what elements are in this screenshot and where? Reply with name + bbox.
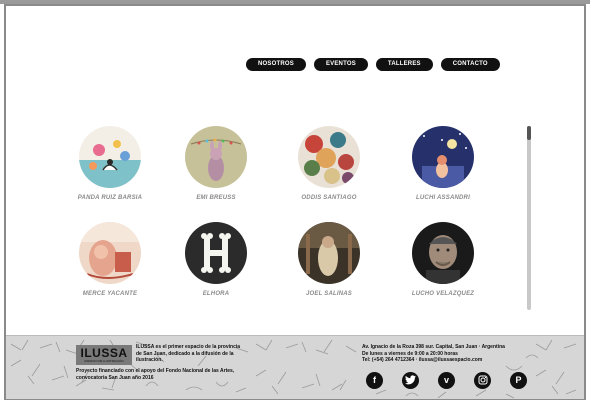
social-links: f v P — [366, 372, 527, 389]
facebook-icon[interactable]: f — [366, 372, 383, 389]
artist-avatar[interactable] — [79, 126, 141, 188]
artist-avatar[interactable] — [185, 126, 247, 188]
artist-name[interactable]: LUCHI ASSANDRI — [393, 195, 493, 201]
artist-name[interactable]: MERCE YACANTE — [60, 291, 160, 297]
scrollbar-thumb[interactable] — [527, 126, 531, 140]
artist-card-panda-ruiz-barsia[interactable]: PANDA RUIZ BARSIA — [60, 126, 160, 201]
address-line: Av. Ignacio de la Roza 398 sur. Capital,… — [362, 344, 505, 350]
artist-name[interactable]: ODDIS SANTIAGO — [279, 195, 379, 201]
footer-contact-info: Av. Ignacio de la Roza 398 sur. Capital,… — [362, 344, 522, 364]
artist-name[interactable]: LUCHO VELAZQUEZ — [393, 291, 493, 297]
twitter-icon[interactable] — [402, 372, 419, 389]
logo-subtitle: ESPACIO DE ILUSTRACIÓN — [84, 359, 124, 363]
artist-name[interactable]: JOEL SALINAS — [279, 291, 379, 297]
artist-avatar[interactable] — [298, 222, 360, 284]
instagram-icon[interactable] — [474, 372, 491, 389]
logo-text: ILUSSA — [80, 346, 128, 360]
nav-eventos[interactable]: EVENTOS — [313, 58, 368, 71]
ilussa-logo[interactable]: ILUSSA ESPACIO DE ILUSTRACIÓN — [76, 345, 132, 365]
artist-avatar[interactable] — [298, 126, 360, 188]
artist-name[interactable]: ELHORA — [166, 291, 266, 297]
artist-avatar[interactable] — [185, 222, 247, 284]
artist-name[interactable]: EMI BREUSS — [166, 195, 266, 201]
artist-card-luchi-assandri[interactable]: LUCHI ASSANDRI — [393, 126, 493, 201]
artist-card-lucho-velazquez[interactable]: LUCHO VELAZQUEZ — [393, 222, 493, 297]
artist-card-oddis-santiago[interactable]: ODDIS SANTIAGO — [279, 126, 379, 201]
artist-card-merce-yacante[interactable]: MERCE YACANTE — [60, 222, 160, 297]
artist-avatar[interactable] — [412, 126, 474, 188]
artist-card-joel-salinas[interactable]: JOEL SALINAS — [279, 222, 379, 297]
phone-email-line[interactable]: Tel: (+54) 264 4712364 · ilussa@ilussaes… — [362, 357, 522, 364]
site-footer: ILUSSA ESPACIO DE ILUSTRACIÓN ILUSSA es … — [6, 335, 584, 399]
artist-card-elhora[interactable]: ELHORA — [166, 222, 266, 297]
artist-avatar[interactable] — [79, 222, 141, 284]
nav-nosotros[interactable]: NOSOTROS — [246, 58, 306, 71]
nav-contacto[interactable]: CONTACTO — [440, 58, 500, 71]
main-nav: NOSOTROS EVENTOS TALLERES CONTACTO — [246, 58, 500, 71]
artist-card-emi-breuss[interactable]: EMI BREUSS — [166, 126, 266, 201]
footer-description: ILUSSA es el primer espacio de la provin… — [136, 344, 241, 363]
pinterest-icon[interactable]: P — [510, 372, 527, 389]
nav-talleres[interactable]: TALLERES — [375, 58, 433, 71]
vimeo-icon[interactable]: v — [438, 372, 455, 389]
scrollbar[interactable] — [527, 126, 531, 310]
artist-avatar[interactable] — [412, 222, 474, 284]
footer-funding-note: Proyecto financiado con el apoyo del Fon… — [76, 368, 235, 381]
artist-name[interactable]: PANDA RUIZ BARSIA — [60, 195, 160, 201]
